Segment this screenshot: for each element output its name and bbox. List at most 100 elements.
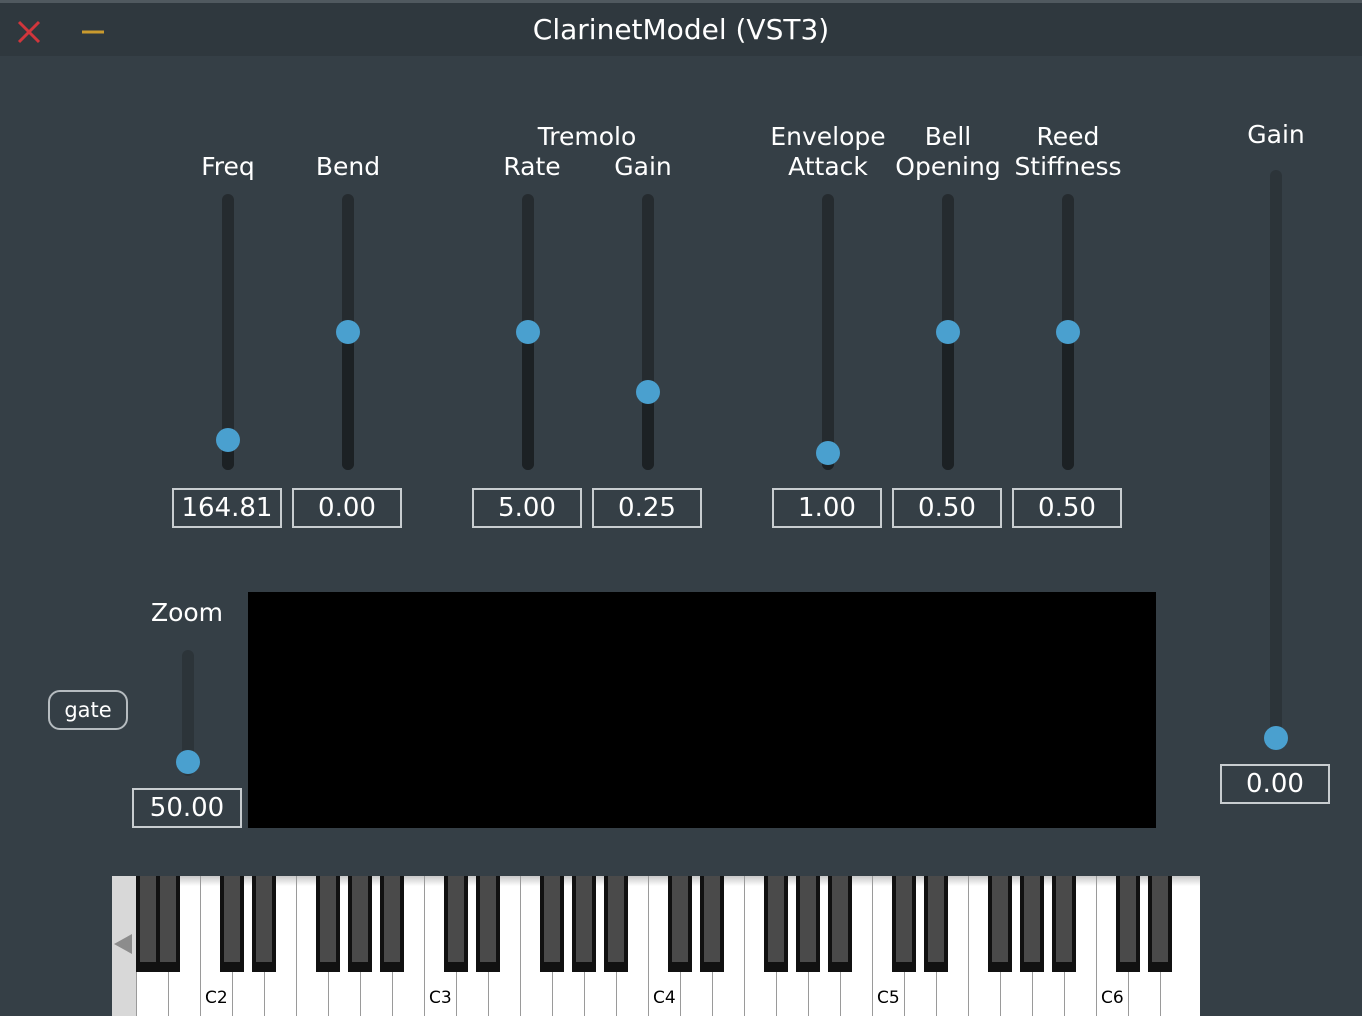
bell-opening-label-line1: Bell: [924, 122, 972, 151]
title-bar: ClarinetModel (VST3): [0, 0, 1362, 56]
bell-opening-label-line2: Opening: [895, 152, 1001, 181]
black-key-shine: [256, 876, 272, 962]
black-key[interactable]: [668, 876, 692, 972]
black-key-shine: [768, 876, 784, 962]
black-key[interactable]: [892, 876, 916, 972]
bend-slider-fill: [342, 332, 354, 470]
output-gain-slider-thumb[interactable]: [1264, 726, 1288, 750]
envelope-attack-slider-thumb[interactable]: [816, 440, 840, 465]
zoom-slider-thumb[interactable]: [176, 749, 200, 774]
reed-stiffness-slider-thumb[interactable]: [1056, 320, 1080, 344]
envelope-attack-label-line2: Attack: [788, 152, 868, 181]
black-key[interactable]: [1020, 876, 1044, 972]
left-arrow-icon: [114, 934, 132, 954]
black-key[interactable]: [156, 876, 180, 972]
black-key-shine: [544, 876, 560, 962]
octave-label: C5: [877, 988, 900, 1008]
tremolo-gain-slider-fill: [642, 392, 654, 470]
black-key[interactable]: [348, 876, 372, 972]
black-key-shine: [992, 876, 1008, 962]
black-key[interactable]: [476, 876, 500, 972]
black-key-shine: [384, 876, 400, 962]
black-key-shine: [704, 876, 720, 962]
black-key-shine: [576, 876, 592, 962]
black-key-shine: [160, 876, 176, 962]
reed-stiffness-value-box[interactable]: 0.50: [1012, 488, 1122, 528]
reed-stiffness-label-line1: Reed: [1036, 122, 1100, 151]
output-gain-value-box[interactable]: 0.00: [1220, 764, 1330, 804]
gate-button[interactable]: gate: [48, 690, 128, 730]
window-title: ClarinetModel (VST3): [532, 13, 830, 46]
bell-opening-slider-fill: [942, 332, 954, 470]
tremolo-gain-slider[interactable]: [636, 194, 660, 470]
black-key[interactable]: [1052, 876, 1076, 972]
piano-keyboard[interactable]: C2 C3 C4 C5 C6: [112, 876, 1200, 1016]
black-key-shine: [672, 876, 688, 962]
black-key[interactable]: [572, 876, 596, 972]
envelope-attack-label-line1: Envelope: [770, 122, 886, 151]
black-key[interactable]: [700, 876, 724, 972]
zoom-label: Zoom: [150, 598, 224, 627]
tremolo-rate-slider-thumb[interactable]: [516, 320, 540, 344]
black-key-shine: [352, 876, 368, 962]
black-key[interactable]: [988, 876, 1012, 972]
zoom-slider[interactable]: [176, 650, 200, 776]
black-key-shine: [1120, 876, 1136, 962]
octave-label: C3: [429, 988, 452, 1008]
zoom-value-box[interactable]: 50.00: [132, 788, 242, 828]
black-key[interactable]: [380, 876, 404, 972]
black-key[interactable]: [1116, 876, 1140, 972]
black-key-shine: [140, 876, 156, 962]
bell-opening-slider[interactable]: [936, 194, 960, 470]
black-key[interactable]: [220, 876, 244, 972]
octave-label: C4: [653, 988, 676, 1008]
black-key-shine: [448, 876, 464, 962]
black-key[interactable]: [924, 876, 948, 972]
oscilloscope-display: [248, 592, 1156, 828]
tremolo-rate-value-box[interactable]: 5.00: [472, 488, 582, 528]
black-key-shine: [832, 876, 848, 962]
black-key-shine: [1152, 876, 1168, 962]
black-key[interactable]: [1148, 876, 1172, 972]
black-key[interactable]: [828, 876, 852, 972]
tremolo-gain-label: Gain: [614, 152, 672, 181]
black-key-shine: [928, 876, 944, 962]
output-gain-label: Gain: [1247, 120, 1305, 149]
black-key[interactable]: [604, 876, 628, 972]
black-key-shine: [1056, 876, 1072, 962]
bell-opening-slider-thumb[interactable]: [936, 320, 960, 344]
tremolo-gain-slider-thumb[interactable]: [636, 380, 660, 405]
black-key-shine: [896, 876, 912, 962]
black-key-shine: [320, 876, 336, 962]
black-key[interactable]: [764, 876, 788, 972]
reed-stiffness-slider[interactable]: [1056, 194, 1080, 470]
bend-label: Bend: [315, 152, 381, 181]
black-key[interactable]: [444, 876, 468, 972]
black-key[interactable]: [252, 876, 276, 972]
output-gain-slider[interactable]: [1264, 170, 1288, 750]
freq-slider-thumb[interactable]: [216, 428, 240, 453]
freq-label: Freq: [201, 152, 255, 181]
bell-opening-value-box[interactable]: 0.50: [892, 488, 1002, 528]
black-key-shine: [1024, 876, 1040, 962]
black-key[interactable]: [796, 876, 820, 972]
tremolo-rate-slider[interactable]: [516, 194, 540, 470]
tremolo-group-label: Tremolo: [537, 122, 637, 151]
envelope-attack-value-box[interactable]: 1.00: [772, 488, 882, 528]
bend-slider[interactable]: [336, 194, 360, 470]
keyboard-scroll-left-button[interactable]: [112, 876, 136, 1016]
black-key[interactable]: [316, 876, 340, 972]
freq-slider[interactable]: [216, 194, 240, 470]
black-key-shine: [224, 876, 240, 962]
black-key-shine: [480, 876, 496, 962]
tremolo-rate-slider-fill: [522, 332, 534, 470]
black-key-shine: [800, 876, 816, 962]
freq-value-box[interactable]: 164.81: [172, 488, 282, 528]
envelope-attack-slider[interactable]: [816, 194, 840, 470]
octave-label: C2: [205, 988, 228, 1008]
bend-slider-thumb[interactable]: [336, 320, 360, 344]
tremolo-rate-label: Rate: [503, 152, 561, 181]
bend-value-box[interactable]: 0.00: [292, 488, 402, 528]
black-key[interactable]: [540, 876, 564, 972]
tremolo-gain-value-box[interactable]: 0.25: [592, 488, 702, 528]
